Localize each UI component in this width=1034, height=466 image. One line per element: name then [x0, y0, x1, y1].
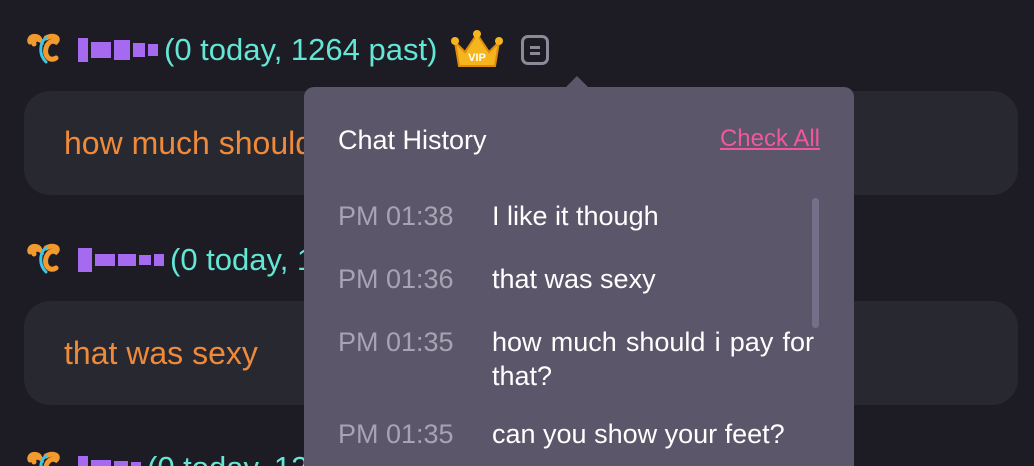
check-all-link[interactable]: Check All — [720, 125, 820, 153]
history-time: PM 01:38 — [338, 201, 454, 231]
vip-badge-text: VIP — [469, 52, 487, 64]
history-time: PM 01:36 — [338, 264, 454, 294]
user-level-icon — [24, 450, 64, 466]
popover-arrow — [566, 76, 588, 87]
history-item[interactable]: PM 01:38 I like it though — [338, 199, 814, 233]
vip-crown-icon: VIP — [451, 28, 504, 72]
username-redacted[interactable] — [78, 248, 164, 272]
history-item[interactable]: PM 01:35 how much should i pay for that? — [338, 325, 814, 393]
message-text: that was sexy — [64, 334, 258, 371]
history-list: PM 01:38 I like it though PM 01:36 that … — [338, 199, 814, 451]
history-text: I like it though — [492, 201, 659, 231]
history-scrollbar[interactable] — [812, 198, 819, 328]
username-redacted[interactable] — [78, 38, 158, 62]
user-stats: (0 today, 1264 past) — [164, 32, 438, 67]
popover-title: Chat History — [338, 125, 487, 155]
chat-history-icon[interactable] — [521, 35, 550, 65]
message-header: (0 today, 1264 past) VIP — [24, 28, 550, 72]
history-time: PM 01:35 — [338, 419, 454, 449]
history-item[interactable]: PM 01:36 that was sexy — [338, 262, 814, 296]
history-text: can you show your feet? — [492, 419, 785, 449]
chat-history-popover: Chat History Check All PM 01:38 I like i… — [304, 87, 854, 466]
user-level-icon — [24, 242, 64, 278]
user-level-icon — [24, 32, 64, 68]
username-redacted[interactable] — [78, 456, 141, 466]
history-time: PM 01:35 — [338, 327, 454, 357]
history-item[interactable]: PM 01:35 can you show your feet? — [338, 417, 814, 451]
history-text: that was sexy — [492, 264, 656, 294]
history-text: how much should i pay for that? — [492, 327, 814, 391]
